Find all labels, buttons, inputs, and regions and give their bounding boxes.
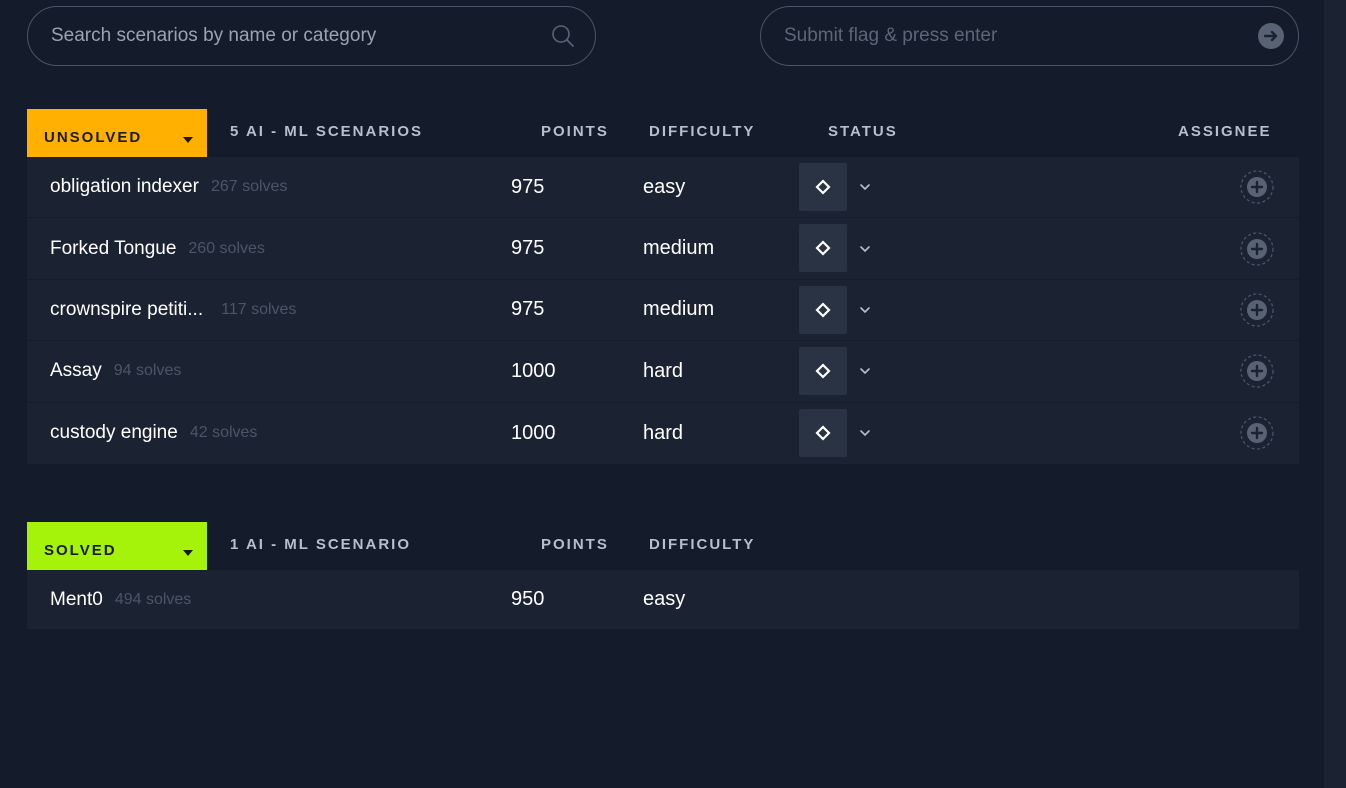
solves-count: 267 solves	[210, 178, 288, 196]
solved-header: SOLVED 1 AI - ML SCENARIO POINTS DIFFICU…	[27, 522, 1299, 570]
points-value: 1000	[511, 359, 556, 382]
difficulty-value: hard	[643, 359, 684, 382]
solved-section: SOLVED 1 AI - ML SCENARIO POINTS DIFFICU…	[27, 522, 1299, 629]
add-user-circle-icon[interactable]	[1239, 341, 1275, 401]
diamond-icon	[815, 425, 831, 441]
points-value: 975	[511, 237, 545, 260]
flag-input[interactable]	[784, 7, 1256, 65]
difficulty-value: medium	[643, 237, 715, 260]
status-button[interactable]	[799, 224, 847, 273]
scenario-name[interactable]: obligation indexer	[50, 176, 199, 198]
search-icon[interactable]	[549, 22, 577, 50]
table-row[interactable]: Ment0 494 solves 950 easy	[27, 570, 1299, 629]
unsolved-table: obligation indexer 267 solves 975 easy Fo…	[27, 157, 1299, 464]
scenario-name[interactable]: crownspire petiti...	[50, 299, 203, 321]
unsolved-filter-label: UNSOLVED	[44, 128, 143, 146]
table-row[interactable]: Forked Tongue 260 solves 975 medium	[27, 218, 1299, 280]
chevron-down-icon[interactable]	[857, 218, 873, 278]
caret-down-icon	[183, 137, 193, 143]
caret-down-icon	[183, 550, 193, 556]
unsolved-filter-dropdown[interactable]: UNSOLVED	[27, 109, 207, 157]
solved-filter-label: SOLVED	[44, 541, 117, 559]
solves-count: 117 solves	[221, 300, 297, 318]
add-user-circle-icon[interactable]	[1239, 218, 1275, 278]
points-value: 975	[511, 175, 545, 198]
table-row[interactable]: custody engine 42 solves 1000 hard	[27, 403, 1299, 464]
flag-box	[760, 6, 1299, 66]
add-user-circle-icon[interactable]	[1239, 403, 1275, 464]
unsolved-count-label: 5 AI - ML SCENARIOS	[230, 123, 424, 140]
solved-table: Ment0 494 solves 950 easy	[27, 570, 1299, 629]
diamond-icon	[815, 240, 831, 256]
col-points: POINTS	[541, 123, 609, 140]
difficulty-value: easy	[643, 175, 686, 198]
unsolved-section: UNSOLVED 5 AI - ML SCENARIOS POINTS DIFF…	[27, 109, 1299, 464]
solved-count-label: 1 AI - ML SCENARIO	[230, 536, 412, 553]
solves-count: 94 solves	[113, 362, 182, 380]
col-status: STATUS	[828, 123, 898, 140]
diamond-icon	[815, 302, 831, 318]
table-row[interactable]: obligation indexer 267 solves 975 easy	[27, 157, 1299, 219]
points-value: 950	[511, 588, 545, 610]
status-button[interactable]	[799, 347, 847, 396]
solves-count: 260 solves	[188, 239, 265, 257]
chevron-down-icon[interactable]	[857, 280, 873, 340]
col-difficulty: DIFFICULTY	[649, 123, 756, 140]
scenario-name[interactable]: Forked Tongue	[50, 238, 176, 260]
top-bar	[27, 6, 1299, 66]
scrollbar-track[interactable]	[1324, 0, 1346, 788]
scenario-name[interactable]: Assay	[50, 360, 102, 382]
solved-filter-dropdown[interactable]: SOLVED	[27, 522, 207, 570]
scenario-name[interactable]: custody engine	[50, 422, 178, 444]
table-row[interactable]: Assay 94 solves 1000 hard	[27, 341, 1299, 403]
difficulty-value: easy	[643, 588, 686, 610]
arrow-right-circle-icon[interactable]	[1256, 21, 1286, 51]
unsolved-header: UNSOLVED 5 AI - ML SCENARIOS POINTS DIFF…	[27, 109, 1299, 157]
scenario-name[interactable]: Ment0	[50, 589, 103, 611]
chevron-down-icon[interactable]	[857, 157, 873, 217]
solves-count: 42 solves	[189, 424, 258, 442]
difficulty-value: medium	[643, 298, 715, 321]
search-box	[27, 6, 596, 66]
add-user-circle-icon[interactable]	[1239, 157, 1275, 217]
solves-count: 494 solves	[114, 590, 192, 608]
add-user-circle-icon[interactable]	[1239, 280, 1275, 340]
points-value: 975	[511, 298, 545, 321]
chevron-down-icon[interactable]	[857, 341, 873, 401]
chevron-down-icon[interactable]	[857, 403, 873, 464]
difficulty-value: hard	[643, 421, 684, 444]
table-row[interactable]: crownspire petiti... 117 solves 975 mediu…	[27, 280, 1299, 342]
search-input[interactable]	[51, 7, 549, 65]
col-difficulty: DIFFICULTY	[649, 536, 756, 553]
status-button[interactable]	[799, 285, 847, 334]
status-button[interactable]	[799, 408, 847, 457]
diamond-icon	[815, 179, 831, 195]
col-assignee: ASSIGNEE	[1178, 123, 1272, 140]
status-button[interactable]	[799, 163, 847, 211]
points-value: 1000	[511, 421, 556, 444]
diamond-icon	[815, 363, 831, 379]
col-points: POINTS	[541, 536, 609, 553]
